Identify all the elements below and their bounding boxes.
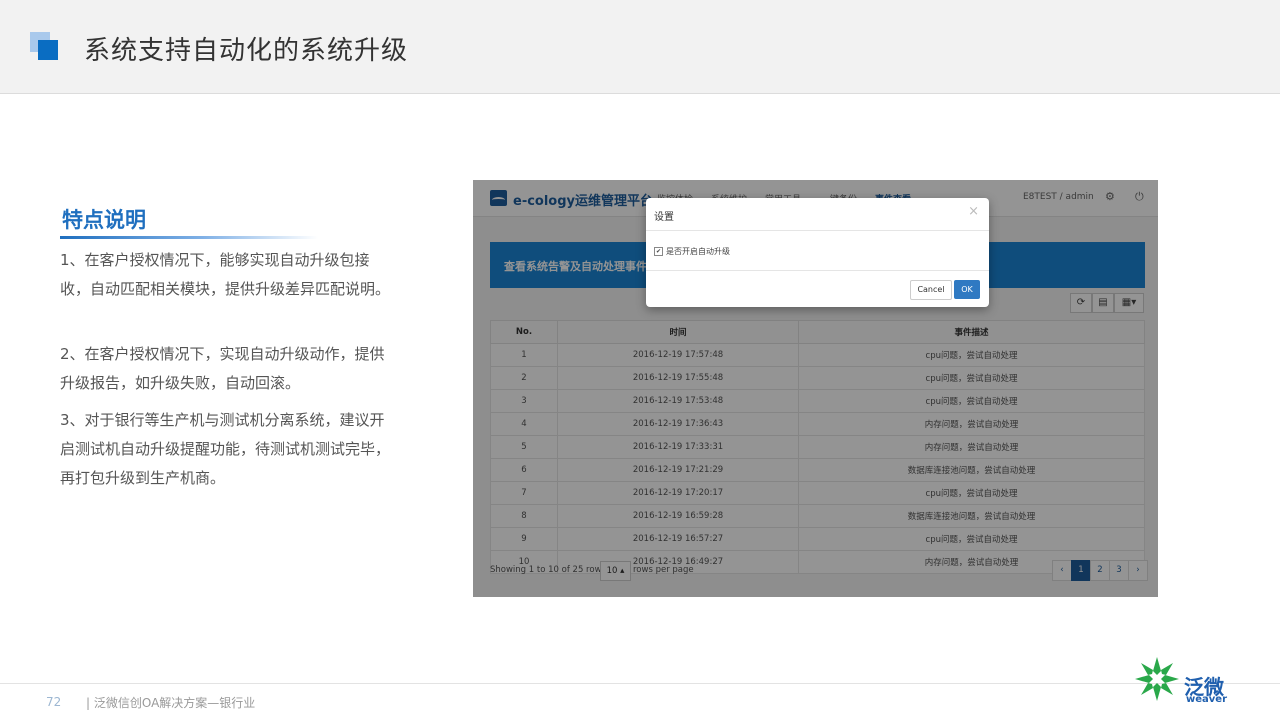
modal-title: 设置: [654, 212, 674, 223]
cancel-button[interactable]: Cancel: [910, 280, 952, 300]
ok-button[interactable]: OK: [954, 280, 980, 299]
weaver-logo-icon: [1135, 657, 1179, 701]
app-screenshot: e-cology运维管理平台 监控体检 系统维护 常用工具 一键备份 事件查看 …: [473, 180, 1158, 597]
feature-title: 特点说明: [62, 208, 146, 232]
footer-divider: [0, 683, 1280, 684]
checkbox-label: 是否开启自动升级: [666, 247, 730, 256]
modal-divider: [646, 230, 989, 231]
page-number: 72: [46, 695, 62, 709]
feature-paragraph-2: 2、在客户授权情况下，实现自动升级动作，提供升级报告，如升级失败，自动回滚。: [60, 345, 385, 392]
feature-paragraph-3: 3、对于银行等生产机与测试机分离系统，建议开启测试机自动升级提醒功能，待测试机测…: [60, 411, 391, 487]
settings-modal: 设置 × ✔ 是否开启自动升级 Cancel OK: [646, 198, 989, 307]
checkbox-check-icon[interactable]: ✔: [654, 247, 663, 256]
slide-header: 系统支持自动化的系统升级: [0, 0, 1280, 94]
modal-divider: [646, 270, 989, 271]
title-square-dark-icon: [38, 40, 58, 60]
feature-underline: [60, 236, 318, 239]
footer-text: | 泛微信创OA解决方案—银行业: [86, 696, 256, 710]
slide-title: 系统支持自动化的系统升级: [84, 36, 409, 66]
feature-paragraph-1: 1、在客户授权情况下，能够实现自动升级包接收，自动匹配相关模块，提供升级差异匹配…: [60, 251, 391, 298]
brand-name-en: weaver: [1186, 694, 1228, 705]
auto-upgrade-checkbox[interactable]: ✔ 是否开启自动升级: [654, 246, 730, 257]
close-icon[interactable]: ×: [968, 204, 979, 219]
